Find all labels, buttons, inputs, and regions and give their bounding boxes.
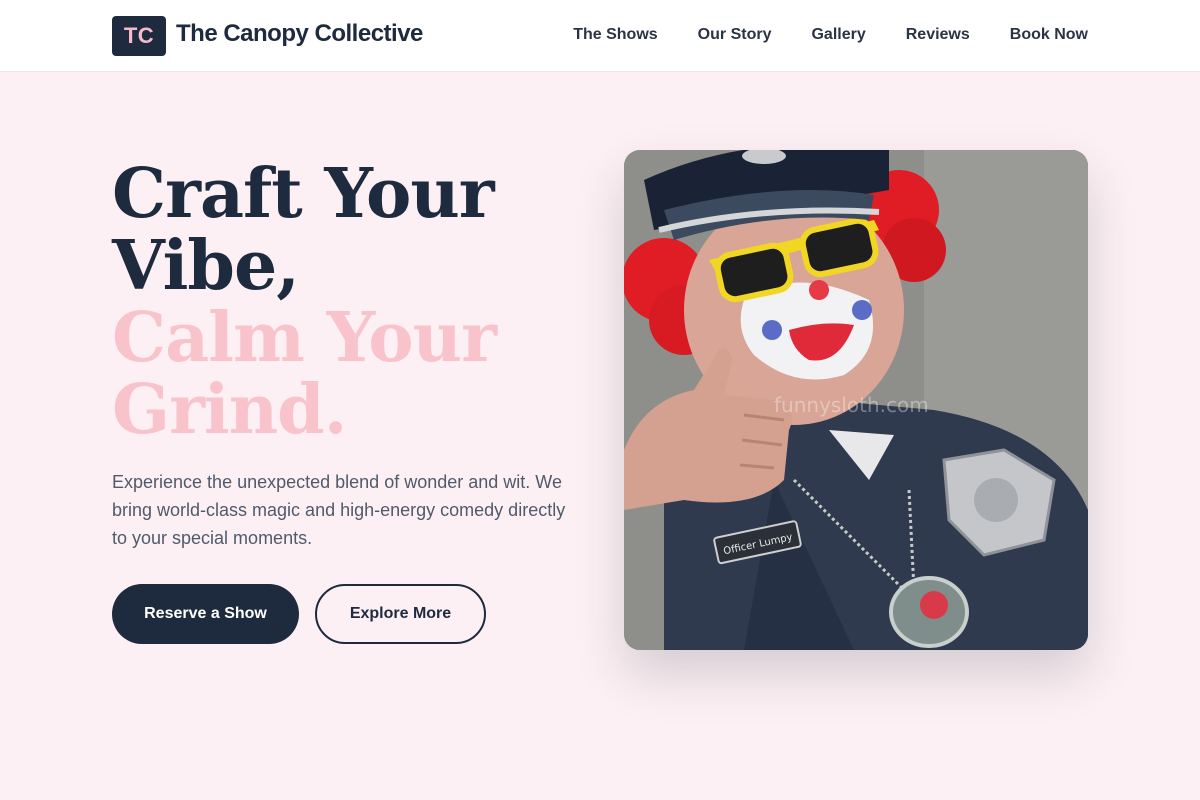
image-watermark: funnysloth.com (774, 393, 929, 417)
brand-name[interactable]: The Canopy Collective (176, 20, 423, 48)
nav-item-book-now[interactable]: Book Now (1010, 26, 1088, 44)
nav-item-gallery[interactable]: Gallery (811, 26, 865, 44)
hero-title: Craft Your Vibe, Calm Your Grind. (112, 158, 592, 446)
site-header: TC The Canopy Collective The Shows Our S… (0, 0, 1200, 72)
hero-title-line: Vibe, (112, 226, 300, 306)
main-nav: The Shows Our Story Gallery Reviews Book… (573, 26, 1088, 44)
hero-title-line: Craft Your (112, 154, 495, 234)
nav-item-the-shows[interactable]: The Shows (573, 26, 657, 44)
nav-item-reviews[interactable]: Reviews (906, 26, 970, 44)
hero-title-accent-line: Grind. (112, 370, 347, 450)
hero-description: Experience the unexpected blend of wonde… (112, 472, 566, 548)
nav-item-our-story[interactable]: Our Story (698, 26, 772, 44)
hero-photo-clown-officer: Officer Lumpy funnysloth.com (624, 150, 1088, 650)
hero-title-accent-line: Calm Your (112, 298, 497, 378)
logo-initials: TC (123, 23, 155, 48)
explore-more-button[interactable]: Explore More (315, 584, 486, 644)
reserve-show-button[interactable]: Reserve a Show (112, 584, 299, 644)
logo-badge[interactable]: TC (112, 16, 166, 56)
